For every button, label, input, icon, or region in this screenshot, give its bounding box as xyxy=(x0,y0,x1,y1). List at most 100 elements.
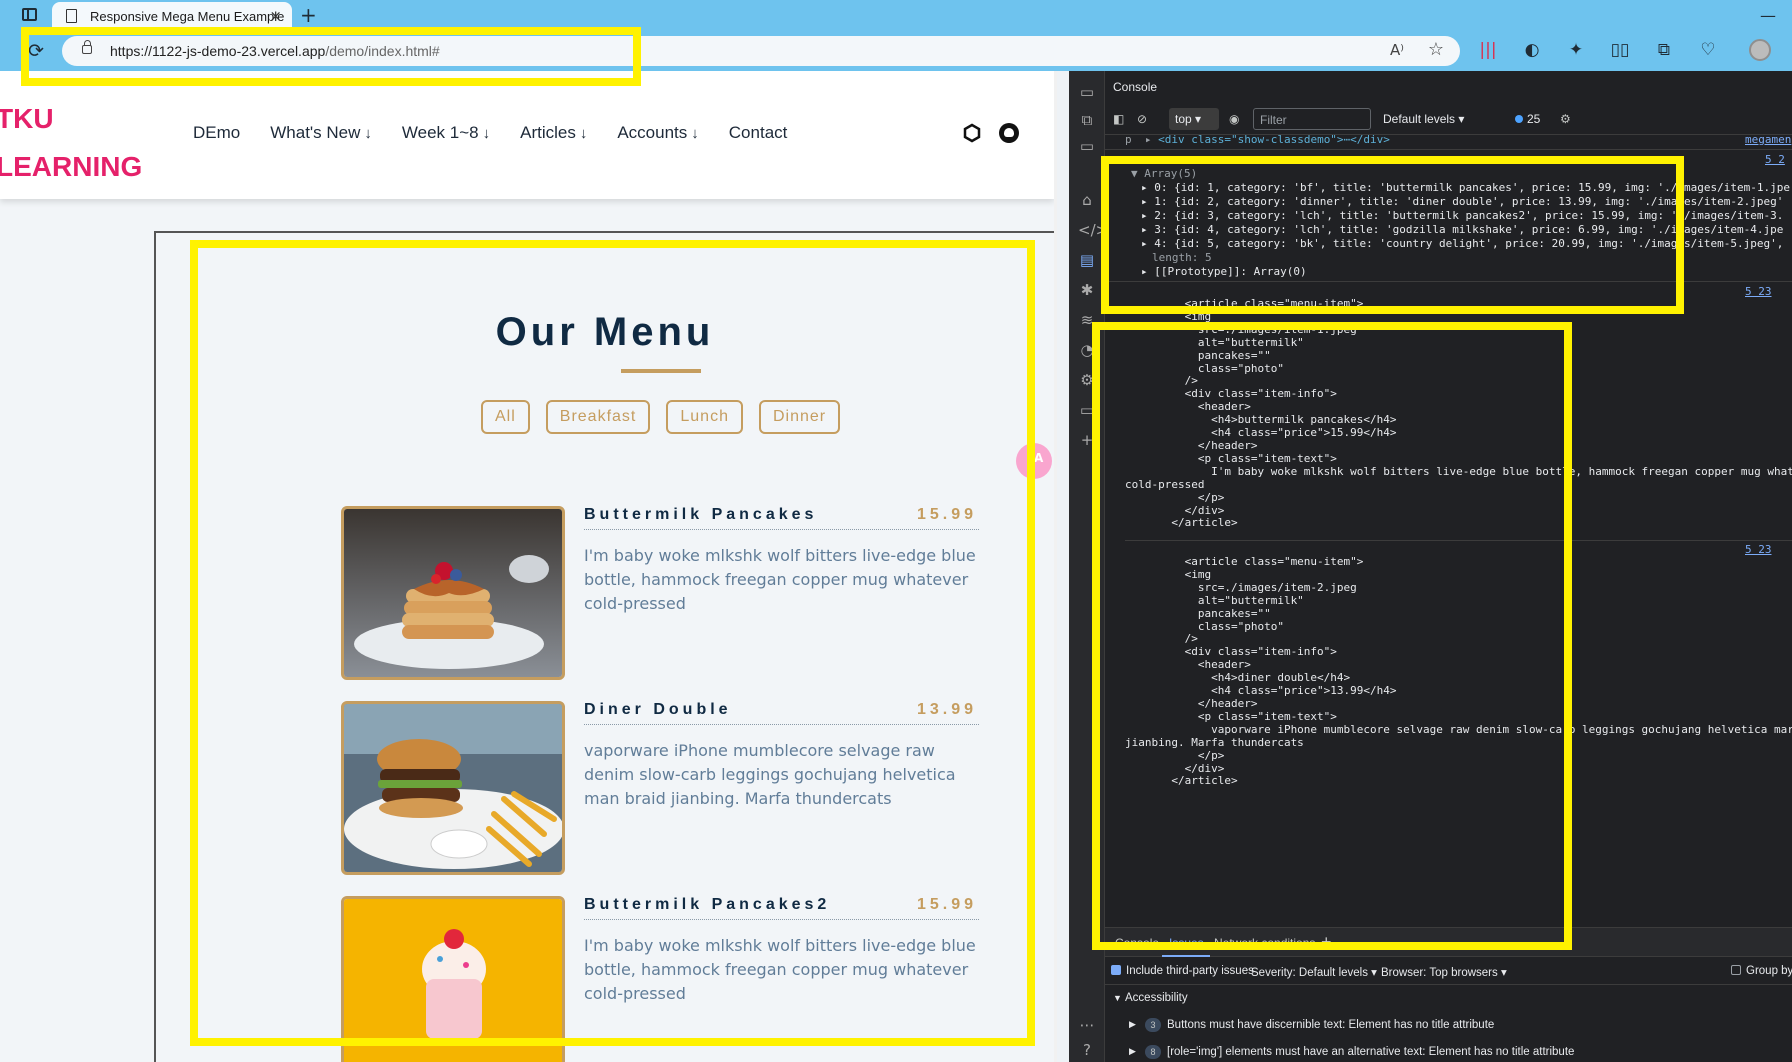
web-page: TKU LEARNING DEmo What's New ↓ Week 1~8 ↓ … xyxy=(0,71,1057,1062)
logo-line-2: LEARNING xyxy=(0,151,143,182)
nav-link-whats-new[interactable]: What's New ↓ xyxy=(270,123,372,143)
console-separator xyxy=(1105,281,1792,282)
line-prefix: p ▸ xyxy=(1125,135,1152,146)
inspect-icon[interactable]: ⧉ xyxy=(1078,111,1096,129)
console-line-element[interactable]: p ▸ <div class="show-classdemo">⋯</div> xyxy=(1125,135,1390,148)
nav-link-articles[interactable]: Articles ↓ xyxy=(520,123,587,143)
source-link[interactable]: megamen xyxy=(1745,135,1791,148)
sidebar-toggle-icon[interactable]: ◧ xyxy=(1113,112,1124,126)
context-select[interactable]: top ▾ xyxy=(1169,108,1219,130)
url-field[interactable]: https://1122-js-demo-23.vercel.app/demo/… xyxy=(62,36,1460,66)
nav-link-contact[interactable]: Contact xyxy=(729,123,788,143)
drawer-tab-network-conditions[interactable]: Network conditions xyxy=(1214,936,1315,950)
console-settings-icon[interactable]: ⚙ xyxy=(1560,112,1571,126)
url-text[interactable]: https://1122-js-demo-23.vercel.app/demo/… xyxy=(110,43,440,59)
filter-breakfast-button[interactable]: Breakfast xyxy=(545,400,651,434)
welcome-home-icon[interactable]: ⌂ xyxy=(1078,191,1096,209)
array-prototype[interactable]: ▸ [[Prototype]]: Array(0) xyxy=(1141,265,1307,280)
performance-icon[interactable]: ◔ xyxy=(1078,341,1096,359)
expand-caret-icon: ▶ xyxy=(1129,1019,1136,1029)
drawer-tab-issues[interactable]: Issues xyxy=(1169,936,1204,950)
array-header[interactable]: ▼ Array(5) xyxy=(1131,167,1197,182)
element-snippet: <div class="show-classdemo">⋯</div> xyxy=(1158,135,1390,146)
menu-item-text: vaporware iPhone mumblecore selvage raw … xyxy=(584,741,956,808)
page-scrollbar[interactable] xyxy=(1054,71,1057,1062)
array-row[interactable]: ▸ 1: {id: 2, category: 'dinner', title: … xyxy=(1141,195,1783,210)
network-wifi-icon[interactable]: ≋ xyxy=(1078,311,1096,329)
issue-text: [role='img'] elements must have an alter… xyxy=(1167,1046,1575,1058)
browser-essentials-icon[interactable]: ♡ xyxy=(1697,40,1719,60)
title-underline xyxy=(621,369,701,373)
console-filter-input[interactable]: Filter xyxy=(1253,108,1371,130)
split-screen-icon[interactable]: ▯▯ xyxy=(1609,40,1631,60)
extension-shield-icon[interactable]: ◐ xyxy=(1521,40,1543,60)
array-row[interactable]: ▸ 4: {id: 5, category: 'bk', title: 'cou… xyxy=(1141,237,1783,252)
menu-item-info: Diner Double 13.99 vaporware iPhone mumb… xyxy=(584,701,979,811)
live-expression-eye-icon[interactable]: ◉ xyxy=(1229,112,1239,126)
console-icon[interactable]: ▤ xyxy=(1078,251,1096,269)
array-length: length: 5 xyxy=(1152,251,1212,264)
filter-dinner-button[interactable]: Dinner xyxy=(758,400,841,434)
expand-caret-icon: ▼ xyxy=(1113,993,1122,1003)
codepen-icon[interactable] xyxy=(962,123,982,143)
severity-dropdown[interactable]: Severity: Default levels ▾ xyxy=(1251,965,1377,979)
issue-category-accessibility[interactable]: ▼ Accessibility xyxy=(1105,989,1792,1015)
favorite-star-icon[interactable]: ☆ xyxy=(1428,39,1444,60)
reload-icon[interactable]: ⟳ xyxy=(28,40,44,62)
source-link[interactable]: 5 2 xyxy=(1765,153,1785,168)
console-separator xyxy=(1125,540,1792,541)
clear-console-icon[interactable]: ⊘ xyxy=(1137,112,1147,126)
help-icon[interactable]: ? xyxy=(1078,1041,1096,1059)
third-party-checkbox[interactable]: Include third-party issues xyxy=(1111,965,1254,977)
group-by-checkbox[interactable]: Group by k xyxy=(1731,965,1792,977)
array-row[interactable]: ▸ 3: {id: 4, category: 'lch', title: 'go… xyxy=(1141,223,1783,238)
add-drawer-tab-icon[interactable]: + xyxy=(1321,932,1332,953)
menu-item-text: I'm baby woke mlkshk wolf bitters live-e… xyxy=(584,936,976,1003)
new-tab-button[interactable]: + xyxy=(300,3,317,27)
application-icon[interactable]: ▭ xyxy=(1078,401,1096,419)
menu-item: Buttermilk Pancakes 15.99 I'm baby woke … xyxy=(341,506,981,681)
log-levels-dropdown[interactable]: Default levels ▾ xyxy=(1383,112,1464,126)
drawer-tab-console[interactable]: Console xyxy=(1115,936,1159,950)
floating-translate-button[interactable]: A xyxy=(1016,443,1052,479)
tab-strip: Responsive Mega Menu Example × + — xyxy=(0,0,1792,31)
minimize-button[interactable]: — xyxy=(1760,6,1776,25)
filter-all-button[interactable]: All xyxy=(481,400,530,434)
sidebar-toggle-icon[interactable] xyxy=(22,8,37,21)
checkbox-checked-icon xyxy=(1111,965,1121,975)
window-icon[interactable]: ▭ xyxy=(1078,137,1096,155)
browser-tab[interactable]: Responsive Mega Menu Example × xyxy=(52,2,292,31)
menu-item-name: Buttermilk Pancakes xyxy=(584,506,818,523)
close-tab-icon[interactable]: × xyxy=(269,7,282,25)
settings-gear-icon[interactable]: ⚙ xyxy=(1078,371,1096,389)
read-aloud-icon[interactable]: A⁾ xyxy=(1390,41,1404,59)
issue-row[interactable]: ▶ 3 Buttons must have discernible text: El… xyxy=(1105,1015,1792,1041)
more-tools-plus-icon[interactable]: + xyxy=(1078,431,1096,449)
nav-link-week[interactable]: Week 1~8 ↓ xyxy=(402,123,490,143)
device-emulation-icon[interactable]: ▭ xyxy=(1078,83,1096,101)
array-row[interactable]: ▸ 0: {id: 1, category: 'bf', title: 'but… xyxy=(1141,181,1790,196)
browser-dropdown[interactable]: Browser: Top browsers ▾ xyxy=(1381,965,1507,979)
message-count-badge[interactable]: 25 xyxy=(1515,112,1540,126)
profile-avatar[interactable] xyxy=(1749,39,1771,61)
devtools-activity-bar: ▭ ⧉ ▭ ⌂ </> ▤ ✱ ≋ ◔ ⚙ ▭ + ⋯ ? xyxy=(1069,71,1108,1062)
more-options-icon[interactable]: ⋯ xyxy=(1078,1016,1096,1034)
filter-lunch-button[interactable]: Lunch xyxy=(666,400,743,434)
site-navbar: TKU LEARNING DEmo What's New ↓ Week 1~8 ↓ … xyxy=(0,71,1054,199)
nav-link-accounts[interactable]: Accounts ↓ xyxy=(617,123,698,143)
collections-icon[interactable]: ⧉ xyxy=(1653,40,1675,60)
github-icon[interactable] xyxy=(999,123,1019,143)
sources-bug-icon[interactable]: ✱ xyxy=(1078,281,1096,299)
nav-link-demo[interactable]: DEmo xyxy=(193,123,240,143)
checkbox-unchecked-icon xyxy=(1731,965,1741,975)
elements-icon[interactable]: </> xyxy=(1078,221,1108,239)
issue-entry: 8 [role='img'] elements must have an alte… xyxy=(1145,1045,1574,1059)
issue-row[interactable]: ▶ 8 [role='img'] elements must have an alt… xyxy=(1105,1042,1792,1062)
devtools-main: Console ◧ ⊘ top ▾ ◉ Filter Default level… xyxy=(1105,71,1792,1062)
site-logo[interactable]: TKU LEARNING xyxy=(0,95,142,191)
lock-icon[interactable] xyxy=(82,40,92,54)
extension-audio-icon[interactable]: ||| xyxy=(1477,40,1499,60)
array-row[interactable]: ▸ 2: {id: 3, category: 'lch', title: 'bu… xyxy=(1141,209,1783,224)
tab-title: Responsive Mega Menu Example xyxy=(90,9,285,24)
extension-puzzle-icon[interactable]: ✦ xyxy=(1565,40,1587,60)
